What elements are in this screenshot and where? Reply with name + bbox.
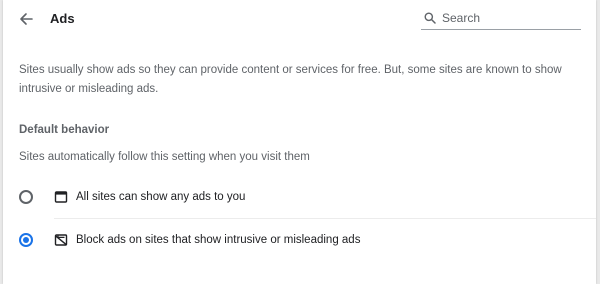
ads-description: Sites usually show ads so they can provi… [19, 64, 562, 95]
page-header: Ads [3, 0, 596, 38]
search-box[interactable] [421, 6, 581, 30]
option-label: All sites can show any ads to you [76, 191, 246, 203]
option-allow-all-ads[interactable]: All sites can show any ads to you [3, 176, 596, 218]
settings-card: Ads Sites usually show ads so they can p… [3, 0, 596, 284]
section-title-default-behavior: Default behavior [19, 124, 110, 136]
back-button[interactable] [14, 7, 38, 31]
page-title: Ads [50, 11, 75, 26]
search-input[interactable] [442, 7, 577, 28]
ads-blocked-icon [54, 234, 68, 246]
option-label: Block ads on sites that show intrusive o… [76, 234, 361, 246]
radio-block-intrusive-ads[interactable] [19, 233, 33, 247]
search-icon [424, 12, 436, 24]
option-block-intrusive-ads[interactable]: Block ads on sites that show intrusive o… [3, 219, 596, 261]
section-subtitle: Sites automatically follow this setting … [19, 151, 310, 163]
window-icon [54, 191, 68, 203]
radio-allow-all-ads[interactable] [19, 190, 33, 204]
arrow-back-icon [20, 13, 33, 25]
